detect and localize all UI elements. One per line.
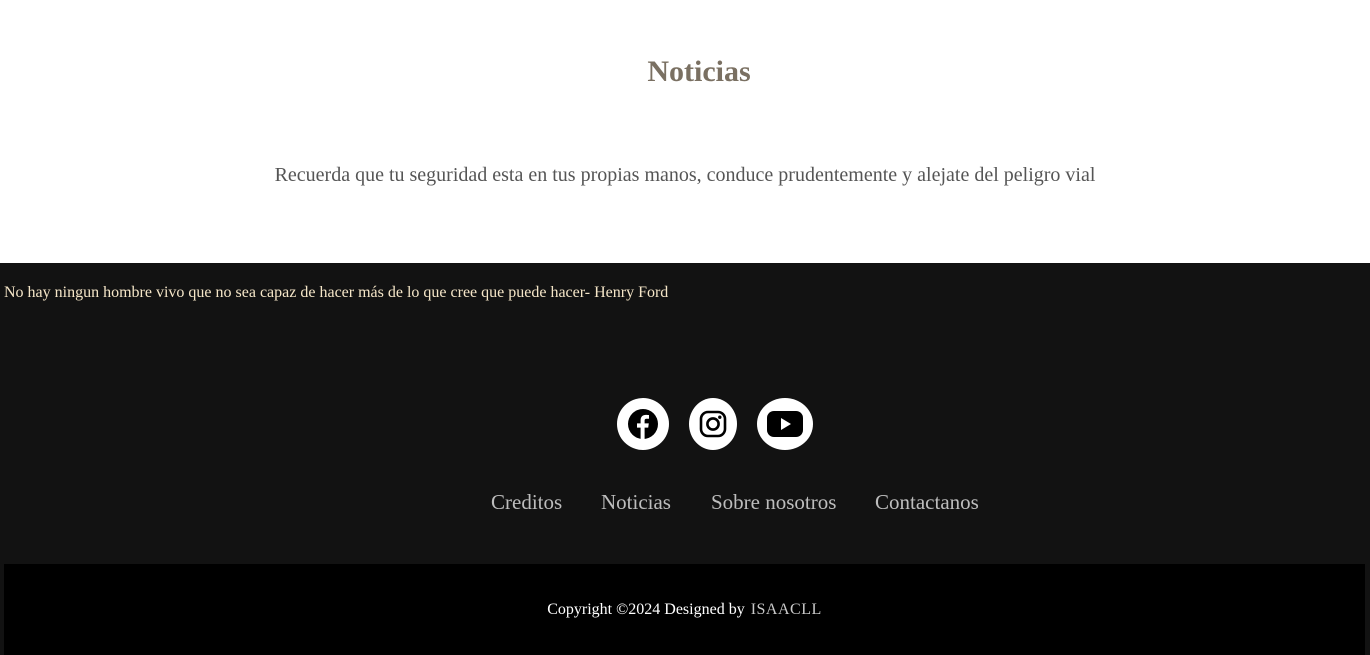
copyright-prefix: Copyright ©2024 Designed by: [547, 601, 745, 618]
copyright-text: Copyright ©2024 Designed by ISAACLL: [4, 600, 1365, 620]
facebook-icon: [628, 409, 658, 439]
instagram-button[interactable]: [689, 398, 737, 450]
youtube-icon: [767, 411, 803, 437]
instagram-icon: [699, 410, 727, 438]
nav-link-sobre-nosotros[interactable]: Sobre nosotros: [711, 489, 836, 515]
youtube-button[interactable]: [757, 398, 813, 450]
footer: No hay ningun hombre vivo que no sea cap…: [0, 263, 1370, 655]
social-links: [0, 398, 1370, 450]
copyright-author-link[interactable]: ISAACLL: [751, 601, 822, 618]
page-title: Noticias: [647, 55, 751, 88]
nav-link-contactanos[interactable]: Contactanos: [875, 489, 979, 515]
copyright-bar: Copyright ©2024 Designed by ISAACLL: [4, 564, 1365, 655]
facebook-button[interactable]: [617, 398, 669, 450]
safety-message: Recuerda que tu seguridad esta en tus pr…: [274, 164, 1096, 186]
footer-quote: No hay ningun hombre vivo que no sea cap…: [4, 284, 669, 301]
news-section: Noticias Recuerda que tu seguridad esta …: [0, 0, 1370, 263]
nav-link-creditos[interactable]: Creditos: [491, 489, 562, 515]
footer-nav: Creditos Noticias Sobre nosotros Contact…: [0, 489, 1370, 519]
nav-link-noticias[interactable]: Noticias: [601, 489, 671, 515]
